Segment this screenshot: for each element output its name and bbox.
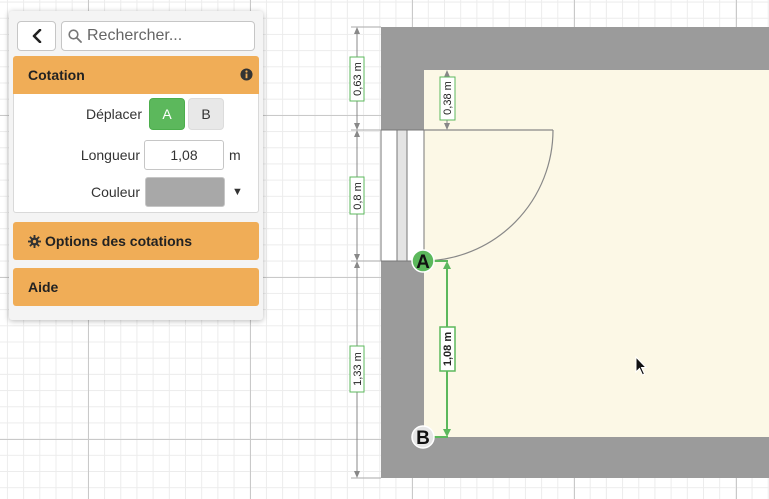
svg-text:0,8 m: 0,8 m: [352, 182, 364, 210]
gear-icon: [28, 234, 41, 248]
svg-text:1,08 m: 1,08 m: [442, 332, 454, 366]
color-dropdown-arrow-icon[interactable]: ▼: [232, 186, 243, 198]
room-floor[interactable]: [424, 70, 769, 437]
point-b-handle[interactable]: B: [411, 425, 435, 449]
back-button[interactable]: [17, 21, 56, 51]
dimension-bottom-outer[interactable]: 1,33 m: [349, 261, 381, 479]
section-cotation-title: Cotation: [28, 67, 85, 83]
section-options-title: Options des cotations: [45, 233, 193, 249]
length-input[interactable]: [144, 140, 224, 170]
svg-text:0,63 m: 0,63 m: [352, 62, 364, 96]
search-icon: [68, 29, 82, 43]
dimension-top-outer[interactable]: 0,63 m: [349, 26, 381, 131]
svg-text:A: A: [416, 252, 430, 273]
properties-panel: Cotation Déplacer A B Longueur m Couleur…: [9, 11, 263, 320]
move-label: Déplacer: [85, 106, 142, 122]
section-options-header[interactable]: Options des cotations: [13, 222, 259, 260]
color-label: Couleur: [90, 184, 140, 200]
svg-text:1,33 m: 1,33 m: [352, 352, 364, 386]
section-help-header[interactable]: Aide: [13, 268, 259, 306]
svg-text:B: B: [416, 428, 430, 449]
chevron-left-icon: [32, 29, 41, 43]
move-point-a-button[interactable]: A: [149, 98, 185, 130]
search-box[interactable]: [61, 21, 255, 51]
door-leaf[interactable]: [396, 129, 408, 262]
length-unit: m: [229, 147, 241, 163]
info-icon[interactable]: [240, 68, 253, 81]
search-input[interactable]: [87, 27, 247, 45]
dimension-door-width[interactable]: 0,8 m: [349, 130, 381, 262]
move-point-b-button[interactable]: B: [188, 98, 224, 130]
section-cotation-body: Déplacer A B Longueur m Couleur ▼: [13, 94, 259, 213]
svg-text:0,38 m: 0,38 m: [442, 81, 454, 115]
section-cotation-header[interactable]: Cotation: [13, 56, 259, 94]
color-swatch[interactable]: [145, 177, 225, 207]
length-label: Longueur: [80, 147, 140, 163]
section-help-title: Aide: [28, 279, 59, 295]
point-a-handle[interactable]: A: [411, 249, 435, 273]
